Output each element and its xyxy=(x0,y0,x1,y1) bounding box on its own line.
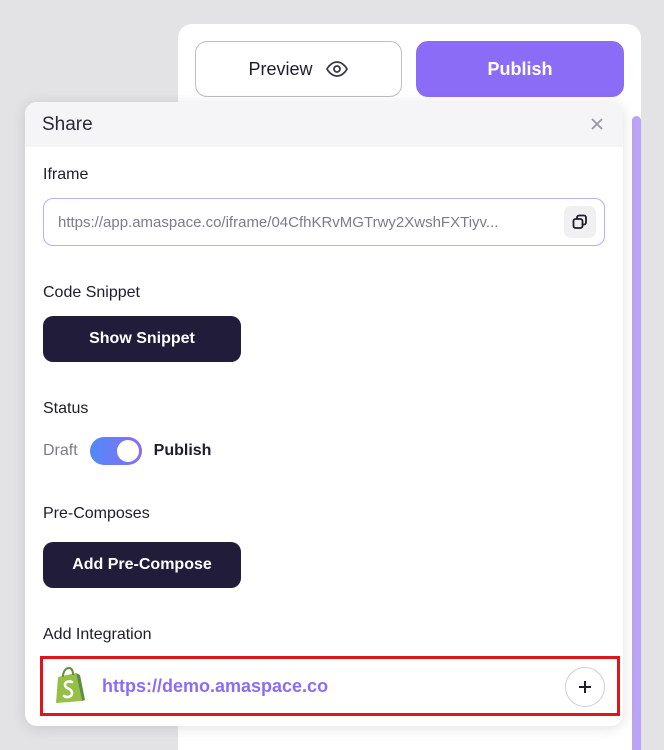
toggle-knob xyxy=(116,440,139,462)
integration-row[interactable]: https://demo.amaspace.co xyxy=(40,656,620,716)
publish-status-label: Publish xyxy=(153,442,212,459)
integration-link[interactable]: https://demo.amaspace.co xyxy=(102,676,328,697)
share-popover: Share Iframe https://app.amaspace.co/ifr… xyxy=(25,102,623,726)
scrollbar[interactable] xyxy=(632,116,641,750)
publish-button[interactable]: Publish xyxy=(416,41,624,97)
iframe-url-value: https://app.amaspace.co/iframe/04CfhKRvM… xyxy=(58,213,499,231)
show-snippet-label: Show Snippet xyxy=(89,330,195,347)
status-label: Status xyxy=(43,400,89,417)
add-pre-compose-button[interactable]: Add Pre-Compose xyxy=(43,542,241,588)
close-icon[interactable] xyxy=(587,114,607,134)
pre-composes-label: Pre-Composes xyxy=(43,505,150,522)
share-header: Share xyxy=(25,102,623,147)
copy-button[interactable] xyxy=(564,206,596,238)
share-title: Share xyxy=(42,113,93,135)
shopify-icon xyxy=(56,667,85,703)
iframe-label: Iframe xyxy=(43,166,89,183)
plus-icon xyxy=(579,681,591,693)
status-toggle-row: Draft Publish xyxy=(43,436,211,466)
add-integration-label: Add Integration xyxy=(43,626,152,643)
code-snippet-label: Code Snippet xyxy=(43,284,140,301)
show-snippet-button[interactable]: Show Snippet xyxy=(43,316,241,362)
copy-icon xyxy=(572,214,587,229)
status-toggle[interactable] xyxy=(89,437,142,465)
iframe-url-field[interactable]: https://app.amaspace.co/iframe/04CfhKRvM… xyxy=(43,198,605,246)
publish-label: Publish xyxy=(487,58,553,79)
eye-icon xyxy=(325,61,348,77)
draft-label: Draft xyxy=(43,442,78,459)
preview-button[interactable]: Preview xyxy=(195,41,402,97)
preview-label: Preview xyxy=(248,58,313,79)
add-integration-button[interactable] xyxy=(565,667,605,707)
add-pre-compose-label: Add Pre-Compose xyxy=(72,556,212,573)
